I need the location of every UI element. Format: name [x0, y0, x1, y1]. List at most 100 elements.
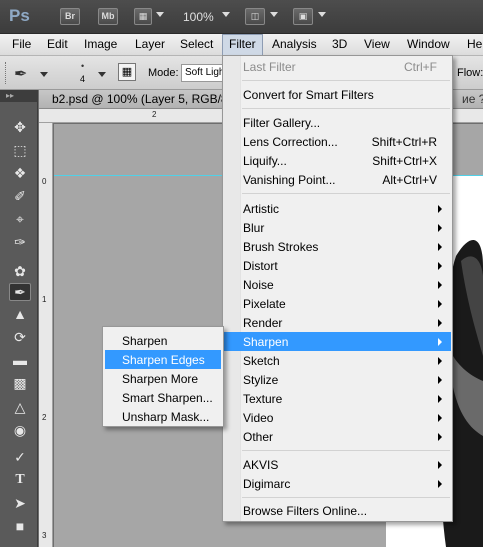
filter-sketch[interactable]: Sketch — [224, 351, 451, 370]
menu-edit[interactable]: Edit — [41, 34, 74, 56]
submenu-arrow-icon — [438, 224, 442, 232]
history-brush-tool-icon[interactable]: ⟳ — [9, 328, 31, 346]
eraser-tool-icon[interactable]: ▬ — [9, 351, 31, 369]
extras-icon[interactable]: ▦ — [134, 8, 152, 25]
menu-filter[interactable]: Filter — [222, 34, 263, 56]
extras-dropdown-icon[interactable] — [156, 12, 164, 17]
filter-digimarc[interactable]: Digimarc — [224, 474, 451, 493]
type-tool-icon[interactable]: T — [9, 471, 31, 489]
menu-file[interactable]: File — [6, 34, 37, 56]
brush-preset-dropdown-icon[interactable] — [40, 72, 48, 77]
submenu-arrow-icon — [438, 461, 442, 469]
submenu-arrow-icon — [438, 319, 442, 327]
vertical-ruler[interactable]: 0 1 2 3 — [39, 123, 53, 547]
sharpen-sharpen[interactable]: Sharpen — [105, 331, 221, 350]
ruler-v-mark: 1 — [42, 295, 47, 304]
sharpen-sharpen-more[interactable]: Sharpen More — [105, 369, 221, 388]
sharpen-unsharp-mask[interactable]: Unsharp Mask... — [105, 407, 221, 426]
document-tab-2-title[interactable]: ие ? — [462, 92, 483, 106]
submenu-arrow-icon — [438, 376, 442, 384]
brush-size[interactable]: 4 — [80, 74, 85, 84]
submenu-arrow-icon — [438, 281, 442, 289]
brush-dot-icon: • — [81, 61, 85, 71]
menu-3d[interactable]: 3D — [326, 34, 353, 56]
filter-vanishing-point[interactable]: Vanishing Point... Alt+Ctrl+V — [224, 170, 451, 189]
options-grip[interactable] — [5, 62, 8, 84]
healing-brush-tool-icon[interactable]: ✿ — [9, 262, 31, 280]
filter-artistic[interactable]: Artistic — [224, 199, 451, 218]
menu-separator — [242, 193, 450, 194]
filter-menu: Last Filter Ctrl+F Convert for Smart Fil… — [222, 55, 453, 522]
menu-separator — [242, 497, 450, 498]
quick-selection-tool-icon[interactable]: ✐ — [9, 187, 31, 205]
ruler-v-mark: 3 — [42, 531, 47, 540]
brush-picker-dropdown-icon[interactable] — [98, 72, 106, 77]
ruler-v-mark: 2 — [42, 413, 47, 422]
menu-layer[interactable]: Layer — [129, 34, 171, 56]
filter-lens-correction[interactable]: Lens Correction... Shift+Ctrl+R — [224, 132, 451, 151]
brush-preset-icon[interactable]: ✒ — [14, 64, 27, 84]
ruler-h-mark: 2 — [152, 110, 157, 119]
menu-analysis[interactable]: Analysis — [266, 34, 323, 56]
mode-select[interactable]: Soft Ligh — [181, 64, 223, 82]
menu-view[interactable]: View — [358, 34, 396, 56]
crop-tool-icon[interactable]: ⌖ — [9, 210, 31, 228]
marquee-tool-icon[interactable]: ⬚ — [9, 141, 31, 159]
screen-mode-dropdown-icon[interactable] — [318, 12, 326, 17]
ruler-v-mark: 0 — [42, 177, 47, 186]
submenu-arrow-icon — [438, 433, 442, 441]
filter-convert-smart[interactable]: Convert for Smart Filters — [224, 85, 451, 104]
filter-akvis[interactable]: AKVIS — [224, 455, 451, 474]
submenu-arrow-icon — [438, 480, 442, 488]
bridge-button[interactable]: Br — [60, 8, 80, 25]
tools-panel-header[interactable]: ▸▸ — [0, 90, 37, 102]
pen-tool-icon[interactable]: ✓ — [9, 448, 31, 466]
move-tool-icon[interactable]: ✥ — [9, 118, 31, 136]
filter-blur[interactable]: Blur — [224, 218, 451, 237]
arrange-documents-icon[interactable]: ◫ — [245, 8, 265, 25]
filter-other[interactable]: Other — [224, 427, 451, 446]
brush-tool-icon[interactable]: ✒ — [9, 283, 31, 301]
menu-image[interactable]: Image — [78, 34, 123, 56]
submenu-arrow-icon — [438, 414, 442, 422]
filter-render[interactable]: Render — [224, 313, 451, 332]
submenu-arrow-icon — [438, 338, 442, 346]
sharpen-smart-sharpen[interactable]: Smart Sharpen... — [105, 388, 221, 407]
filter-gallery[interactable]: Filter Gallery... — [224, 113, 451, 132]
gradient-tool-icon[interactable]: ▩ — [9, 374, 31, 392]
submenu-arrow-icon — [438, 395, 442, 403]
brush-panel-icon[interactable]: ▦ — [118, 63, 136, 81]
blur-tool-icon[interactable]: △ — [9, 398, 31, 416]
menu-separator — [242, 80, 450, 81]
document-title: b2.psd @ 100% (Layer 5, RGB/8) — [52, 92, 232, 106]
filter-last-filter[interactable]: Last Filter Ctrl+F — [224, 57, 451, 76]
arrange-dropdown-icon[interactable] — [270, 12, 278, 17]
menu-window[interactable]: Window — [401, 34, 456, 56]
rectangle-tool-icon[interactable]: ■ — [9, 517, 31, 535]
sharpen-sharpen-edges[interactable]: Sharpen Edges — [105, 350, 221, 369]
filter-pixelate[interactable]: Pixelate — [224, 294, 451, 313]
filter-browse-online[interactable]: Browse Filters Online... — [224, 501, 451, 520]
filter-noise[interactable]: Noise — [224, 275, 451, 294]
filter-sharpen[interactable]: Sharpen — [224, 332, 451, 351]
mode-label: Mode: — [148, 67, 179, 79]
menu-help[interactable]: He — [461, 34, 483, 56]
eyedropper-tool-icon[interactable]: ✑ — [9, 233, 31, 251]
submenu-arrow-icon — [438, 300, 442, 308]
filter-video[interactable]: Video — [224, 408, 451, 427]
zoom-dropdown-icon[interactable] — [222, 12, 230, 17]
filter-liquify[interactable]: Liquify... Shift+Ctrl+X — [224, 151, 451, 170]
menu-select[interactable]: Select — [174, 34, 219, 56]
filter-distort[interactable]: Distort — [224, 256, 451, 275]
clone-stamp-tool-icon[interactable]: ▲ — [9, 305, 31, 323]
filter-stylize[interactable]: Stylize — [224, 370, 451, 389]
filter-texture[interactable]: Texture — [224, 389, 451, 408]
zoom-level[interactable]: 100% — [183, 10, 214, 24]
sharpen-submenu: Sharpen Sharpen Edges Sharpen More Smart… — [102, 326, 224, 427]
path-selection-tool-icon[interactable]: ➤ — [9, 494, 31, 512]
dodge-tool-icon[interactable]: ◉ — [9, 421, 31, 439]
filter-brush-strokes[interactable]: Brush Strokes — [224, 237, 451, 256]
mini-bridge-button[interactable]: Mb — [98, 8, 118, 25]
lasso-tool-icon[interactable]: ❖ — [9, 164, 31, 182]
screen-mode-icon[interactable]: ▣ — [293, 8, 313, 25]
